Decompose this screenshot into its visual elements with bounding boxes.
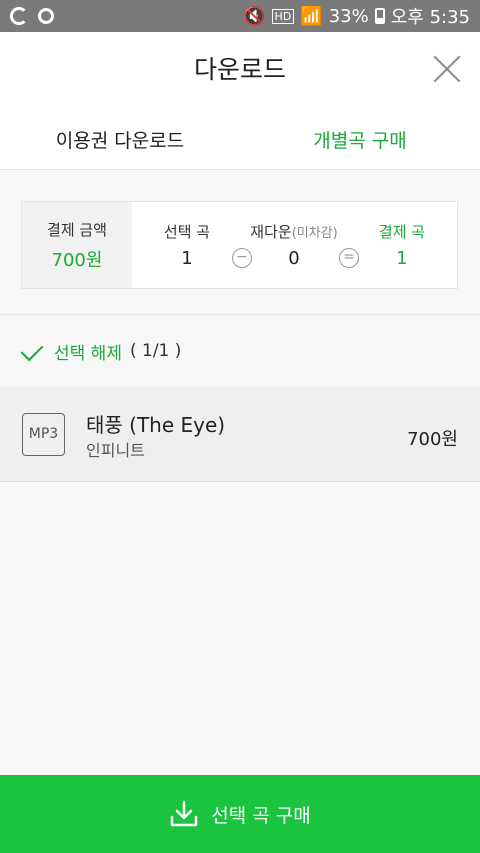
battery-icon <box>374 8 385 24</box>
app-o-icon <box>38 8 54 24</box>
song-price: 700원 <box>407 429 458 450</box>
download-icon <box>171 800 198 827</box>
equals-icon: = <box>339 248 359 268</box>
redownload-sub-label: (미차감) <box>291 226 338 241</box>
page-title: 다운로드 <box>193 55 286 84</box>
status-bar: 🔇 HD 📶 33% 오후 5:35 <box>0 0 480 32</box>
redownload-label: 재다운 <box>250 223 292 241</box>
redownload: 재다운(미차감) 0 <box>244 202 344 288</box>
mute-icon: 🔇 <box>243 5 266 27</box>
tab-subscription-download[interactable]: 이용권 다운로드 <box>0 106 240 169</box>
pay-songs-value: 1 <box>396 248 408 269</box>
header: 다운로드 <box>0 32 480 106</box>
payment-amount: 결제 금액 700원 <box>22 202 132 288</box>
deselect-all-toggle[interactable]: 선택 해제 ( 1/1 ) <box>20 338 181 364</box>
hd-icon: HD <box>271 8 295 24</box>
battery-percent: 33% <box>328 5 369 27</box>
divider <box>0 314 480 315</box>
selected-songs-value: 1 <box>181 248 193 269</box>
tab-individual-purchase[interactable]: 개별곡 구매 <box>240 106 480 169</box>
selection-count: ( 1/1 ) <box>129 341 182 361</box>
pay-songs-label: 결제 곡 <box>378 223 426 241</box>
payment-amount-value: 700원 <box>51 249 103 271</box>
app-g-icon <box>10 7 28 25</box>
mp3-format-icon: MP3 <box>22 413 65 456</box>
deselect-all-label: 선택 해제 <box>54 343 122 364</box>
selected-songs-label: 선택 곡 <box>163 223 211 241</box>
close-icon[interactable] <box>432 54 462 84</box>
song-title: 태풍 (The Eye) <box>86 413 226 437</box>
buy-selected-button[interactable]: 선택 곡 구매 <box>0 775 480 853</box>
buy-selected-label: 선택 곡 구매 <box>211 804 311 827</box>
payment-amount-label: 결제 금액 <box>47 220 107 239</box>
clock: 오후 5:35 <box>390 7 470 28</box>
redownload-value: 0 <box>288 248 300 269</box>
check-icon <box>20 338 46 364</box>
song-artist: 인피니트 <box>86 441 145 460</box>
tab-bar: 이용권 다운로드 개별곡 구매 <box>0 106 480 170</box>
list-item[interactable]: MP3 태풍 (The Eye) 인피니트 700원 <box>0 387 480 482</box>
pay-songs: 결제 곡 1 <box>367 202 437 288</box>
payment-summary: 결제 금액 700원 선택 곡 1 − 재다운(미차감) 0 = 결제 곡 1 <box>21 201 458 289</box>
wifi-icon: 📶 <box>300 5 323 27</box>
selected-songs: 선택 곡 1 <box>152 202 222 288</box>
